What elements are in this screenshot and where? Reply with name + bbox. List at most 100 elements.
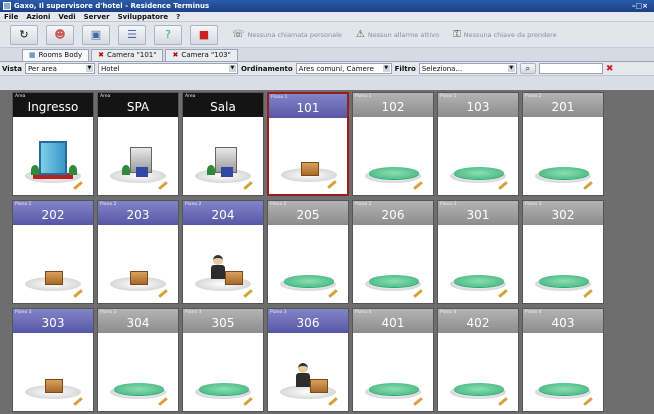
room-header: Piano 4 401 [353,309,433,333]
room-header: Piano 4 403 [523,309,603,333]
room-header: Area Sala Colazioni [183,93,263,138]
window-controls[interactable]: –□× [632,0,648,12]
phone-icon: ☏ [232,29,245,40]
room-card[interactable]: Area Ingresso [12,92,94,196]
room-card[interactable]: Piano 2 206 [352,200,434,304]
room-card[interactable]: Piano 2 205 [267,200,349,304]
room-floor: Piano 3 [525,202,542,207]
room-card[interactable]: Piano 2 202 [12,200,94,304]
room-header: Piano 2 206 [353,201,433,225]
guest-icon [296,363,310,387]
room-floor: Piano 2 [355,202,372,207]
key-alert[interactable]: ⚿ Nessuna chiave da prendere [453,29,557,40]
filter-value: Seleziona... [421,65,463,73]
edit-icon[interactable] [328,397,338,406]
help-button[interactable]: ? [154,24,182,45]
menubar: File Azioni Vedi Server Sviluppatore ? [0,12,654,22]
room-card[interactable]: Piano 3 306 [267,308,349,412]
edit-icon[interactable] [73,289,83,298]
room-floor: Piano 1 [271,95,288,100]
edit-icon[interactable] [498,181,508,190]
warning-icon: ⚠ [355,29,365,40]
menu-vedi[interactable]: Vedi [58,12,75,21]
group-select[interactable]: Per area ▼ [24,63,95,74]
edit-icon[interactable] [73,397,83,406]
room-card[interactable]: Piano 2 203 [97,200,179,304]
chair-icon [136,167,148,177]
menu-help[interactable]: ? [176,12,180,21]
edit-icon[interactable] [327,180,337,189]
room-floor: Piano 4 [355,310,372,315]
close-icon[interactable]: ✖ [98,50,104,61]
clear-icon[interactable]: ✖ [606,64,614,74]
edit-icon[interactable] [413,181,423,190]
room-body [353,117,433,195]
search-input[interactable] [538,63,603,74]
room-body [523,117,603,195]
plant-icon [207,165,215,175]
filter-select[interactable]: Seleziona... ▼ [418,63,517,74]
room-body [13,117,93,195]
edit-icon[interactable] [583,181,593,190]
room-card[interactable]: Piano 4 402 [437,308,519,412]
edit-icon[interactable] [498,289,508,298]
room-floor: Piano 2 [270,202,287,207]
room-card[interactable]: Area Sala Colazioni [182,92,264,196]
edit-icon[interactable] [413,289,423,298]
user-button[interactable]: ☻ [46,24,74,45]
close-icon[interactable]: ✖ [172,50,178,61]
search-button[interactable]: ⌕ [519,63,536,74]
room-card[interactable]: Piano 1 102 [352,92,434,196]
room-card[interactable]: Piano 4 401 [352,308,434,412]
room-card[interactable]: Piano 3 303 [12,308,94,412]
area-select[interactable]: Hotel ▼ [97,63,238,74]
room-header: Piano 3 304 [98,309,178,333]
alarm-alert[interactable]: ⚠ Nessun allarme attivo [356,29,439,40]
edit-icon[interactable] [158,397,168,406]
room-card[interactable]: Piano 4 403 [522,308,604,412]
edit-icon[interactable] [73,181,83,190]
menu-server[interactable]: Server [84,12,110,21]
phone-alert-label: Nessuna chiamata personale [247,30,342,39]
menu-sviluppatore[interactable]: Sviluppatore [118,12,169,21]
edit-icon[interactable] [158,181,168,190]
cancel-icon: ■ [198,28,210,41]
edit-icon[interactable] [498,397,508,406]
edit-icon[interactable] [243,181,253,190]
room-header: Piano 1 103 [438,93,518,117]
room-card[interactable]: Piano 3 304 [97,308,179,412]
tab-rooms-body[interactable]: ▦ Rooms Body [22,49,90,61]
room-card[interactable]: Piano 2 204 [182,200,264,304]
edit-icon[interactable] [583,397,593,406]
screen-button[interactable]: ▣ [82,24,110,45]
room-card[interactable]: Piano 2 201 [522,92,604,196]
edit-icon[interactable] [413,397,423,406]
edit-icon[interactable] [583,289,593,298]
edit-icon[interactable] [243,397,253,406]
phone-alert[interactable]: ☏ Nessuna chiamata personale [232,29,342,40]
luggage-icon [45,379,63,393]
menu-file[interactable]: File [4,12,18,21]
menu-azioni[interactable]: Azioni [26,12,50,21]
chevron-down-icon: ▼ [382,65,390,72]
room-card[interactable]: Piano 3 302 [522,200,604,304]
free-bed-icon [284,275,334,287]
tab-camera-103[interactable]: ✖ Camera "103" [165,49,238,61]
cancel-button[interactable]: ■ [190,24,218,45]
chevron-down-icon: ▼ [228,65,236,72]
sort-select[interactable]: Ares comuni, Camere ▼ [295,63,392,74]
edit-icon[interactable] [328,289,338,298]
refresh-button[interactable]: ↻ [10,24,38,45]
screen-icon: ▣ [90,28,102,41]
room-card[interactable]: Area SPA [97,92,179,196]
list-button[interactable]: ☰ [118,24,146,45]
room-card[interactable]: Piano 1 101 [267,92,349,196]
edit-icon[interactable] [243,289,253,298]
tab-camera-101[interactable]: ✖ Camera "101" [91,49,164,61]
room-card[interactable]: Piano 3 301 [437,200,519,304]
window-titlebar: Gaxo, Il supervisore d'hotel - Residence… [0,0,654,12]
room-body [98,333,178,411]
room-card[interactable]: Piano 1 103 [437,92,519,196]
edit-icon[interactable] [158,289,168,298]
room-card[interactable]: Piano 3 305 [182,308,264,412]
